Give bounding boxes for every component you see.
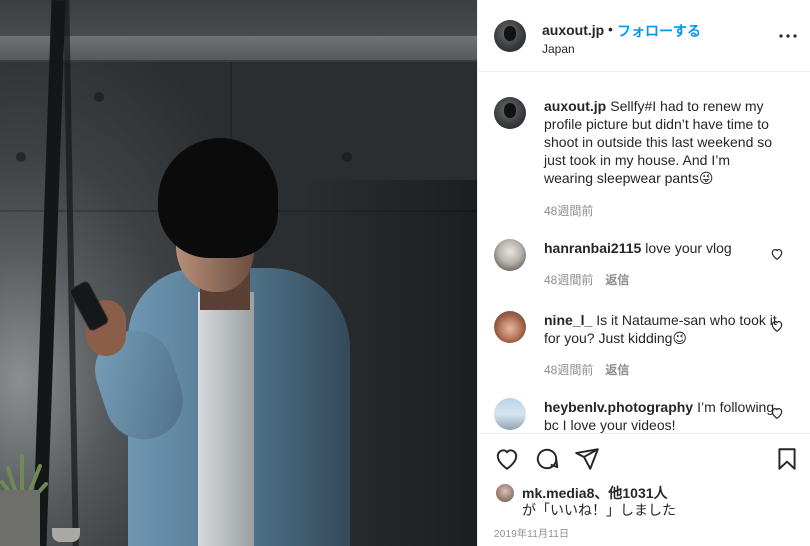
wall-hole <box>16 152 26 162</box>
more-icon[interactable] <box>778 28 798 44</box>
comment-body: hanranbai2115 love your vlog <box>544 239 782 257</box>
post-photo[interactable] <box>0 0 477 546</box>
likes-users[interactable]: mk.media8、他1031人 <box>522 485 668 501</box>
wall-hole <box>342 152 352 162</box>
comment-body: heybenlv.photography I’m following bc I l… <box>544 398 782 433</box>
person-tshirt <box>198 292 254 546</box>
comment-username[interactable]: auxout.jp <box>544 98 606 114</box>
share-icon[interactable] <box>574 446 600 472</box>
post-header: auxout.jp • フォローする Japan <box>478 0 810 72</box>
wall-hole <box>94 92 104 102</box>
caption-text: auxout.jp Sellfy#I had to renew my profil… <box>544 97 782 187</box>
comment-meta: 48週間前 <box>544 202 593 219</box>
likes-suffix: が「いいね！」しました <box>522 502 676 518</box>
heart-icon[interactable] <box>770 247 784 261</box>
comment-username[interactable]: hanranbai2115 <box>544 240 641 256</box>
cup <box>52 528 80 542</box>
comment-text: love your vlog <box>645 240 732 256</box>
comment-meta: 48週間前 返信 <box>544 271 629 288</box>
reply-button[interactable]: 返信 <box>605 273 629 287</box>
ceiling <box>0 0 477 40</box>
separator-dot: • <box>608 21 613 37</box>
comment-username[interactable]: nine_l_ <box>544 312 592 328</box>
person-hair <box>158 138 278 258</box>
hanging-cable <box>63 0 79 546</box>
comment-username[interactable]: heybenlv.photography <box>544 399 693 415</box>
plant-pot <box>0 490 40 546</box>
concrete-ledge <box>0 36 477 62</box>
avatar[interactable] <box>494 20 526 52</box>
comment-time[interactable]: 48週間前 <box>544 363 593 377</box>
avatar[interactable] <box>494 311 526 343</box>
comment-icon[interactable] <box>534 446 560 472</box>
avatar[interactable] <box>494 97 526 129</box>
post-date[interactable]: 2019年11月11日 <box>494 525 569 540</box>
heart-icon[interactable] <box>770 319 784 333</box>
comments-list[interactable]: auxout.jp Sellfy#I had to renew my profil… <box>478 73 810 433</box>
comment-time[interactable]: 48週間前 <box>544 273 593 287</box>
like-heart-icon[interactable] <box>494 446 520 472</box>
post-side-panel: auxout.jp • フォローする Japan auxout.jp Sellfy… <box>477 0 810 546</box>
post-author-username[interactable]: auxout.jp <box>542 22 604 38</box>
comment-meta: 48週間前 返信 <box>544 361 629 378</box>
heart-icon[interactable] <box>770 406 784 420</box>
post-location[interactable]: Japan <box>542 42 575 56</box>
bookmark-icon[interactable] <box>774 446 800 472</box>
avatar[interactable] <box>494 239 526 271</box>
follow-button[interactable]: フォローする <box>617 21 701 41</box>
liker-avatar[interactable] <box>496 484 514 502</box>
comment-time[interactable]: 48週間前 <box>544 204 593 218</box>
reply-button[interactable]: 返信 <box>605 363 629 377</box>
avatar[interactable] <box>494 398 526 430</box>
comment-body: nine_l_ Is it Nataume-san who took it for… <box>544 311 782 347</box>
post-actions: mk.media8、他1031人 が「いいね！」しました 2019年11月11日 <box>478 433 810 546</box>
